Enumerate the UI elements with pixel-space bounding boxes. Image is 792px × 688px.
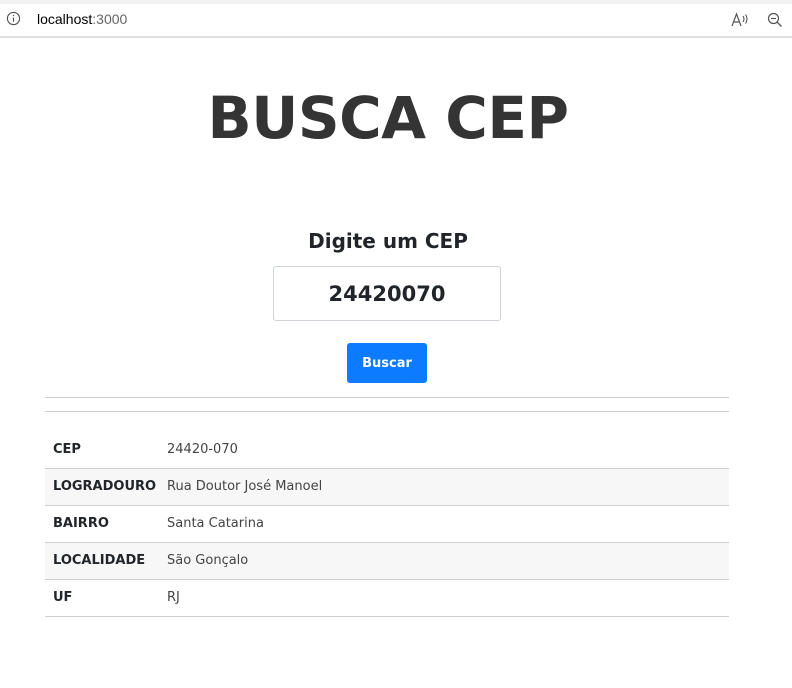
row-label: LOCALIDADE	[45, 542, 167, 580]
browser-address-bar: localhost:3000	[0, 0, 792, 38]
url-port: :3000	[92, 11, 128, 27]
divider-top	[45, 397, 729, 398]
read-aloud-icon[interactable]	[731, 12, 749, 28]
row-value: Santa Catarina	[167, 505, 729, 543]
page-title: BUSCA CEP	[207, 84, 569, 152]
row-label: BAIRRO	[45, 505, 167, 543]
row-label: UF	[45, 579, 167, 617]
info-icon[interactable]	[6, 11, 21, 26]
cep-input[interactable]	[273, 266, 501, 321]
table-row-logradouro: LOGRADOURO Rua Doutor José Manoel	[45, 468, 729, 506]
table-row-cep: CEP 24420-070	[45, 431, 729, 469]
zoom-out-icon[interactable]	[767, 12, 783, 28]
table-row-localidade: LOCALIDADE São Gonçalo	[45, 542, 729, 580]
row-value: São Gonçalo	[167, 542, 729, 580]
row-value: Rua Doutor José Manoel	[167, 468, 729, 506]
row-label: LOGRADOURO	[45, 468, 167, 506]
row-value: RJ	[167, 579, 729, 617]
divider-bottom	[45, 411, 729, 412]
row-value: 24420-070	[167, 431, 729, 469]
search-button[interactable]: Buscar	[347, 343, 427, 383]
url-host: localhost	[37, 11, 93, 27]
url-text[interactable]: localhost:3000	[37, 11, 127, 27]
table-row-uf: UF RJ	[45, 579, 729, 617]
table-row-bairro: BAIRRO Santa Catarina	[45, 505, 729, 543]
cep-prompt-heading: Digite um CEP	[308, 229, 468, 253]
row-label: CEP	[45, 431, 167, 469]
address-result-table: CEP 24420-070 LOGRADOURO Rua Doutor José…	[45, 431, 729, 617]
